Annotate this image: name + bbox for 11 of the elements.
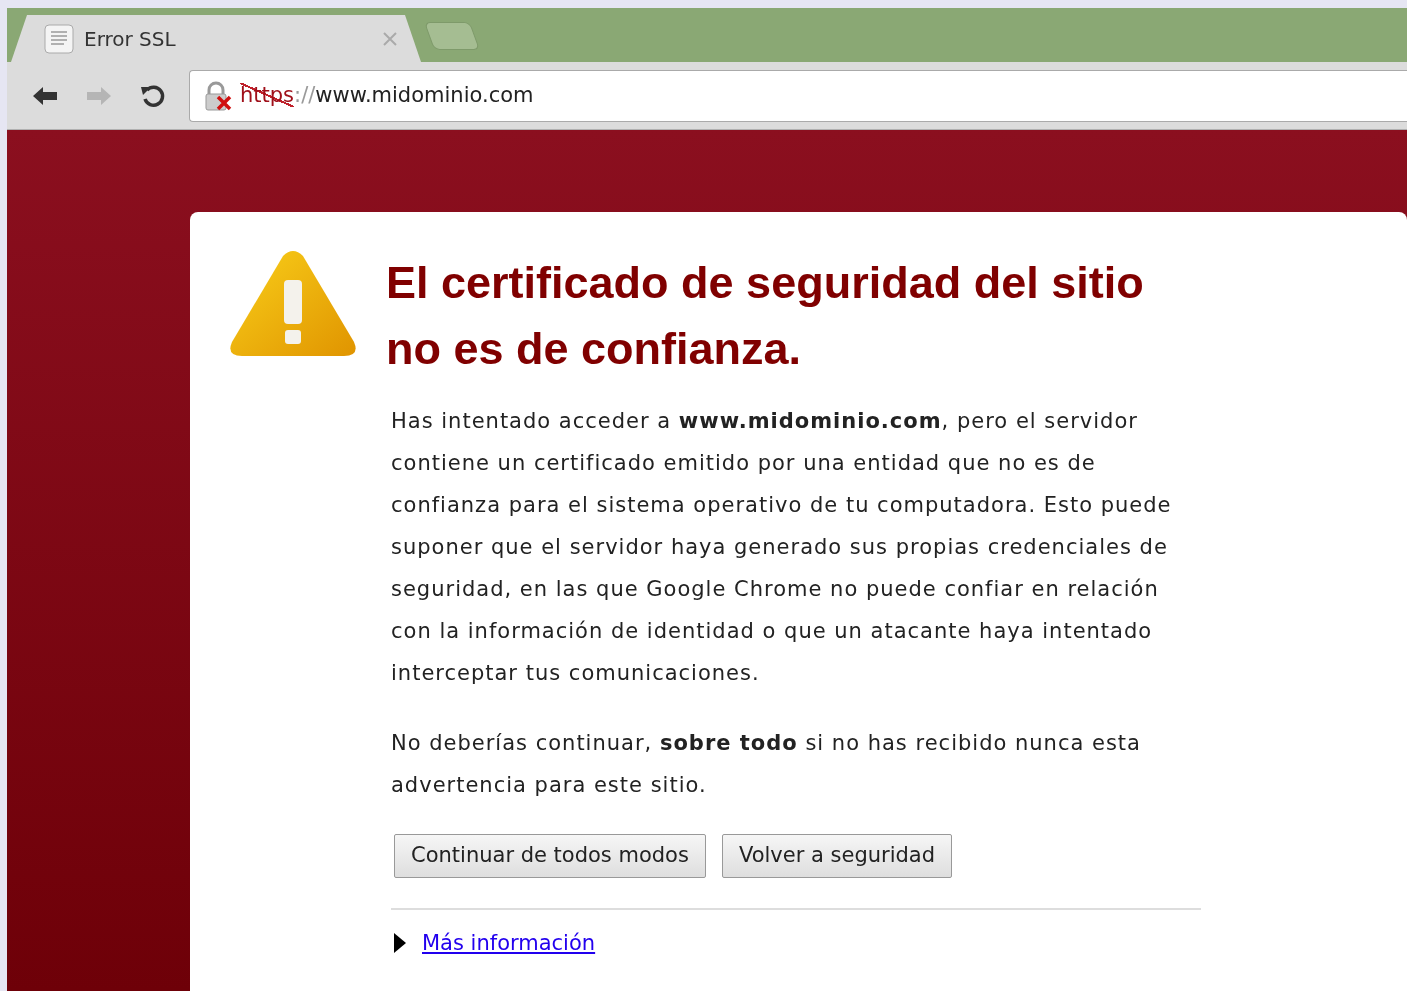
browser-tab[interactable]: Error SSL bbox=[11, 15, 421, 62]
warning-paragraph: Has intentado acceder a www.midominio.com, pero el servidor contiene un certificado emitido por una entidad que no es de confianza para el sistema operativo de tu computadora. Esto puede suponer que el servidor haya generado sus propias credenciales de seguridad, en las que Google Chrome no puede confiar en relación con la información de identidad o que un atacante haya intentado interceptar tus comunicaciones. bbox=[391, 408, 1173, 687]
error-heading: El certificado de seguridad del sitio no es de confianza. bbox=[386, 256, 1145, 376]
more-info-link[interactable]: Más información bbox=[422, 927, 596, 959]
proceed-button[interactable]: Continuar de todos modos bbox=[394, 834, 706, 878]
page-icon bbox=[44, 23, 74, 54]
back-to-safety-button[interactable]: Volver a seguridad bbox=[721, 834, 953, 878]
tab-title: Error SSL bbox=[84, 25, 177, 53]
warning-icon bbox=[228, 250, 358, 358]
warning-paragraph: No deberías continuar, sobre todo si no has recibido nunca esta advertencia para este sitio. bbox=[391, 730, 1142, 799]
collapsed-triangle-icon[interactable] bbox=[394, 933, 406, 954]
